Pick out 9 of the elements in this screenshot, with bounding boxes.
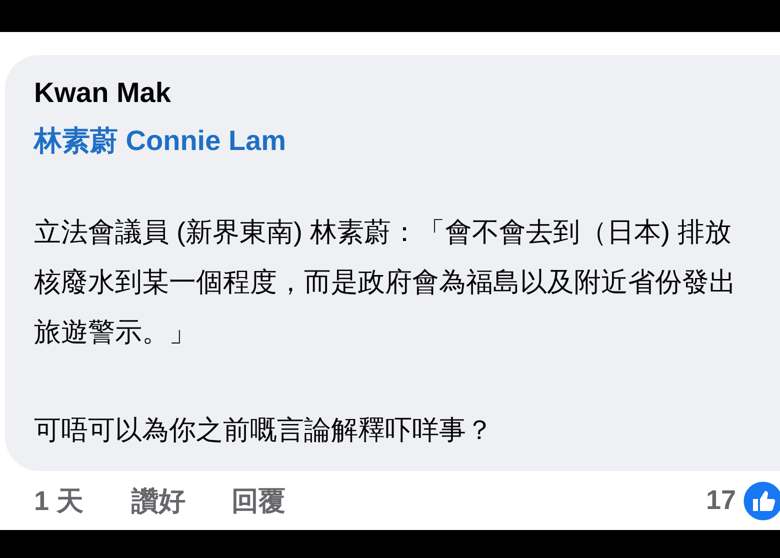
tagged-name[interactable]: 林素蔚 Connie Lam [34, 121, 750, 161]
action-link[interactable]: 讚好 [132, 482, 186, 518]
like-icon[interactable] [742, 480, 780, 522]
reaction-count[interactable]: 17 [706, 485, 736, 516]
author-name[interactable]: Kwan Mak [34, 75, 750, 111]
comment-text: 立法會議員 (新界東南) 林素蔚：「會不會去到（日本) 排放核廢水到某一個程度，而是政府會為福島以及附近省份發出旅遊警示。」 [34, 216, 737, 349]
action-link[interactable]: 回覆 [232, 482, 286, 518]
timestamp[interactable]: 1 天 [34, 482, 84, 518]
comment-text: 可唔可以為你之前嘅言論解釋吓咩事？ [34, 414, 494, 447]
